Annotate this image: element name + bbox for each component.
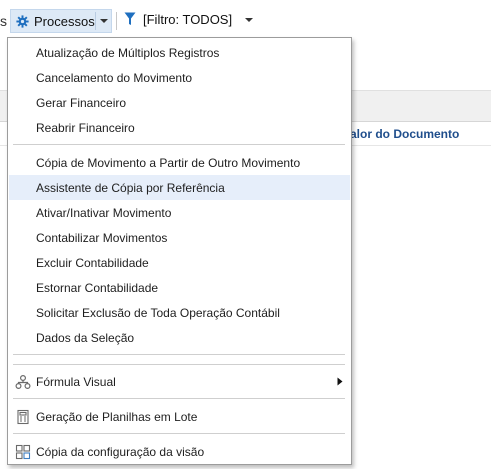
gear-icon	[16, 15, 29, 28]
column-header-valor-documento[interactable]: alor do Documento	[350, 127, 459, 141]
menu-item-contabilizar[interactable]: Contabilizar Movimentos	[9, 225, 350, 250]
processos-dropdown-menu: Atualização de Múltiplos Registros Cance…	[7, 37, 352, 465]
formula-visual-icon	[15, 374, 31, 390]
menu-separator	[13, 364, 345, 365]
menu-separator	[13, 354, 345, 355]
menu-item-label: Cancelamento do Movimento	[36, 71, 193, 85]
menu-item-label: Estornar Contabilidade	[36, 281, 159, 295]
menu-item-ativar-inativar[interactable]: Ativar/Inativar Movimento	[9, 200, 350, 225]
menu-item-excluir-contabilidade[interactable]: Excluir Contabilidade	[9, 250, 350, 275]
menu-item-label: Dados da Seleção	[36, 331, 135, 345]
menu-item-label: Solicitar Exclusão de Toda Operação Cont…	[36, 306, 280, 320]
menu-item-label: Ativar/Inativar Movimento	[36, 206, 172, 220]
menu-item-label: Cópia da configuração da visão	[36, 445, 205, 459]
menu-item-label: Geração de Planilhas em Lote	[36, 410, 198, 424]
menu-item-geracao-planilhas[interactable]: Geração de Planilhas em Lote	[9, 404, 350, 429]
processos-button[interactable]: Processos	[10, 9, 112, 33]
menu-separator	[13, 398, 345, 399]
menu-item-label: Gerar Financeiro	[36, 96, 127, 110]
menu-item-label: Contabilizar Movimentos	[36, 231, 168, 245]
menu-item-label: Assistente de Cópia por Referência	[36, 181, 225, 195]
menu-item-assistente-copia[interactable]: Assistente de Cópia por Referência	[9, 175, 350, 200]
grid-copy-icon	[15, 444, 31, 460]
menu-item-label: Excluir Contabilidade	[36, 256, 149, 270]
menu-item-label: Fórmula Visual	[36, 375, 116, 389]
chevron-down-icon[interactable]	[244, 15, 254, 25]
menu-separator	[13, 144, 345, 145]
menu-item-label: Cópia de Movimento a Partir de Outro Mov…	[36, 156, 301, 170]
menu-item-copia-configuracao[interactable]: Cópia da configuração da visão	[9, 439, 350, 464]
filter-icon[interactable]	[124, 12, 136, 26]
chevron-right-icon	[337, 377, 343, 386]
spreadsheet-icon	[17, 409, 29, 425]
menu-item-gerar-financeiro[interactable]: Gerar Financeiro	[9, 90, 350, 115]
menu-separator	[13, 433, 345, 434]
filter-dropdown-label[interactable]: [Filtro: TODOS]	[143, 12, 232, 27]
menu-item-label: Reabrir Financeiro	[36, 121, 135, 135]
menu-item-cancelamento[interactable]: Cancelamento do Movimento	[9, 65, 350, 90]
processos-label: Processos	[34, 14, 95, 29]
menu-item-atualizacao-multiplos[interactable]: Atualização de Múltiplos Registros	[9, 40, 350, 65]
menu-item-reabrir-financeiro[interactable]: Reabrir Financeiro	[9, 115, 350, 140]
menu-item-formula-visual[interactable]: Fórmula Visual	[9, 369, 350, 394]
menu-item-dados-selecao[interactable]: Dados da Seleção	[9, 325, 350, 350]
toolbar-divider	[116, 12, 117, 30]
menu-item-estornar-contabilidade[interactable]: Estornar Contabilidade	[9, 275, 350, 300]
menu-item-solicitar-exclusao[interactable]: Solicitar Exclusão de Toda Operação Cont…	[9, 300, 350, 325]
menu-item-label: Atualização de Múltiplos Registros	[36, 46, 220, 60]
menu-item-copia-movimento[interactable]: Cópia de Movimento a Partir de Outro Mov…	[9, 150, 350, 175]
toolbar: s Processos [Filtro: TODOS]	[0, 0, 491, 40]
processos-split-divider	[95, 12, 96, 30]
toolbar-left-stub: s	[0, 13, 7, 29]
chevron-down-icon[interactable]	[99, 16, 109, 26]
